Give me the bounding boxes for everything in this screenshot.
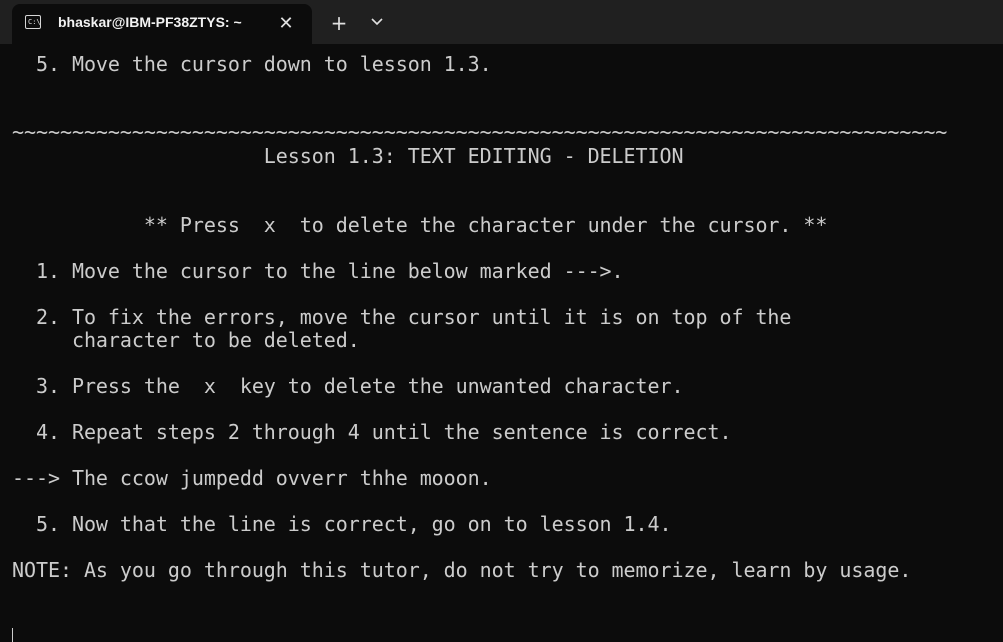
chevron-down-icon [371, 18, 383, 26]
tab-title: bhaskar@IBM-PF38ZTYS: ~ [58, 14, 242, 30]
terminal-line: 3. Press the x key to delete the unwante… [12, 374, 684, 398]
new-tab-button[interactable]: + [326, 10, 352, 36]
terminal-line: 5. Now that the line is correct, go on t… [12, 512, 672, 536]
terminal-tab[interactable]: C:\ bhaskar@IBM-PF38ZTYS: ~ ✕ [12, 4, 312, 44]
terminal-line: ** Press x to delete the character under… [12, 213, 828, 237]
command-prompt-icon: C:\ [25, 15, 41, 29]
note-line: NOTE: As you go through this tutor, do n… [12, 558, 912, 582]
terminal-line: character to be deleted. [12, 328, 360, 352]
separator-line: ~~~~~~~~~~~~~~~~~~~~~~~~~~~~~~~~~~~~~~~~… [12, 120, 948, 144]
close-tab-icon[interactable]: ✕ [274, 12, 298, 36]
terminal-line: 4. Repeat steps 2 through 4 until the se… [12, 420, 732, 444]
practice-sentence: ---> The ccow jumpedd ovverr thhe mooon. [12, 466, 492, 490]
terminal-line: 1. Move the cursor to the line below mar… [12, 259, 624, 283]
terminal-line: 2. To fix the errors, move the cursor un… [12, 305, 792, 329]
text-cursor [12, 628, 13, 642]
terminal-line: 5. Move the cursor down to lesson 1.3. [12, 52, 492, 76]
terminal-window: C:\ bhaskar@IBM-PF38ZTYS: ~ ✕ + 5. Move … [0, 0, 1003, 642]
terminal-output[interactable]: 5. Move the cursor down to lesson 1.3. ~… [12, 44, 997, 642]
lesson-heading: Lesson 1.3: TEXT EDITING - DELETION [12, 144, 684, 168]
tab-icon-glyph: C:\ [28, 18, 41, 26]
title-bar: C:\ bhaskar@IBM-PF38ZTYS: ~ ✕ + [0, 0, 1003, 44]
tab-dropdown-button[interactable] [364, 10, 390, 36]
